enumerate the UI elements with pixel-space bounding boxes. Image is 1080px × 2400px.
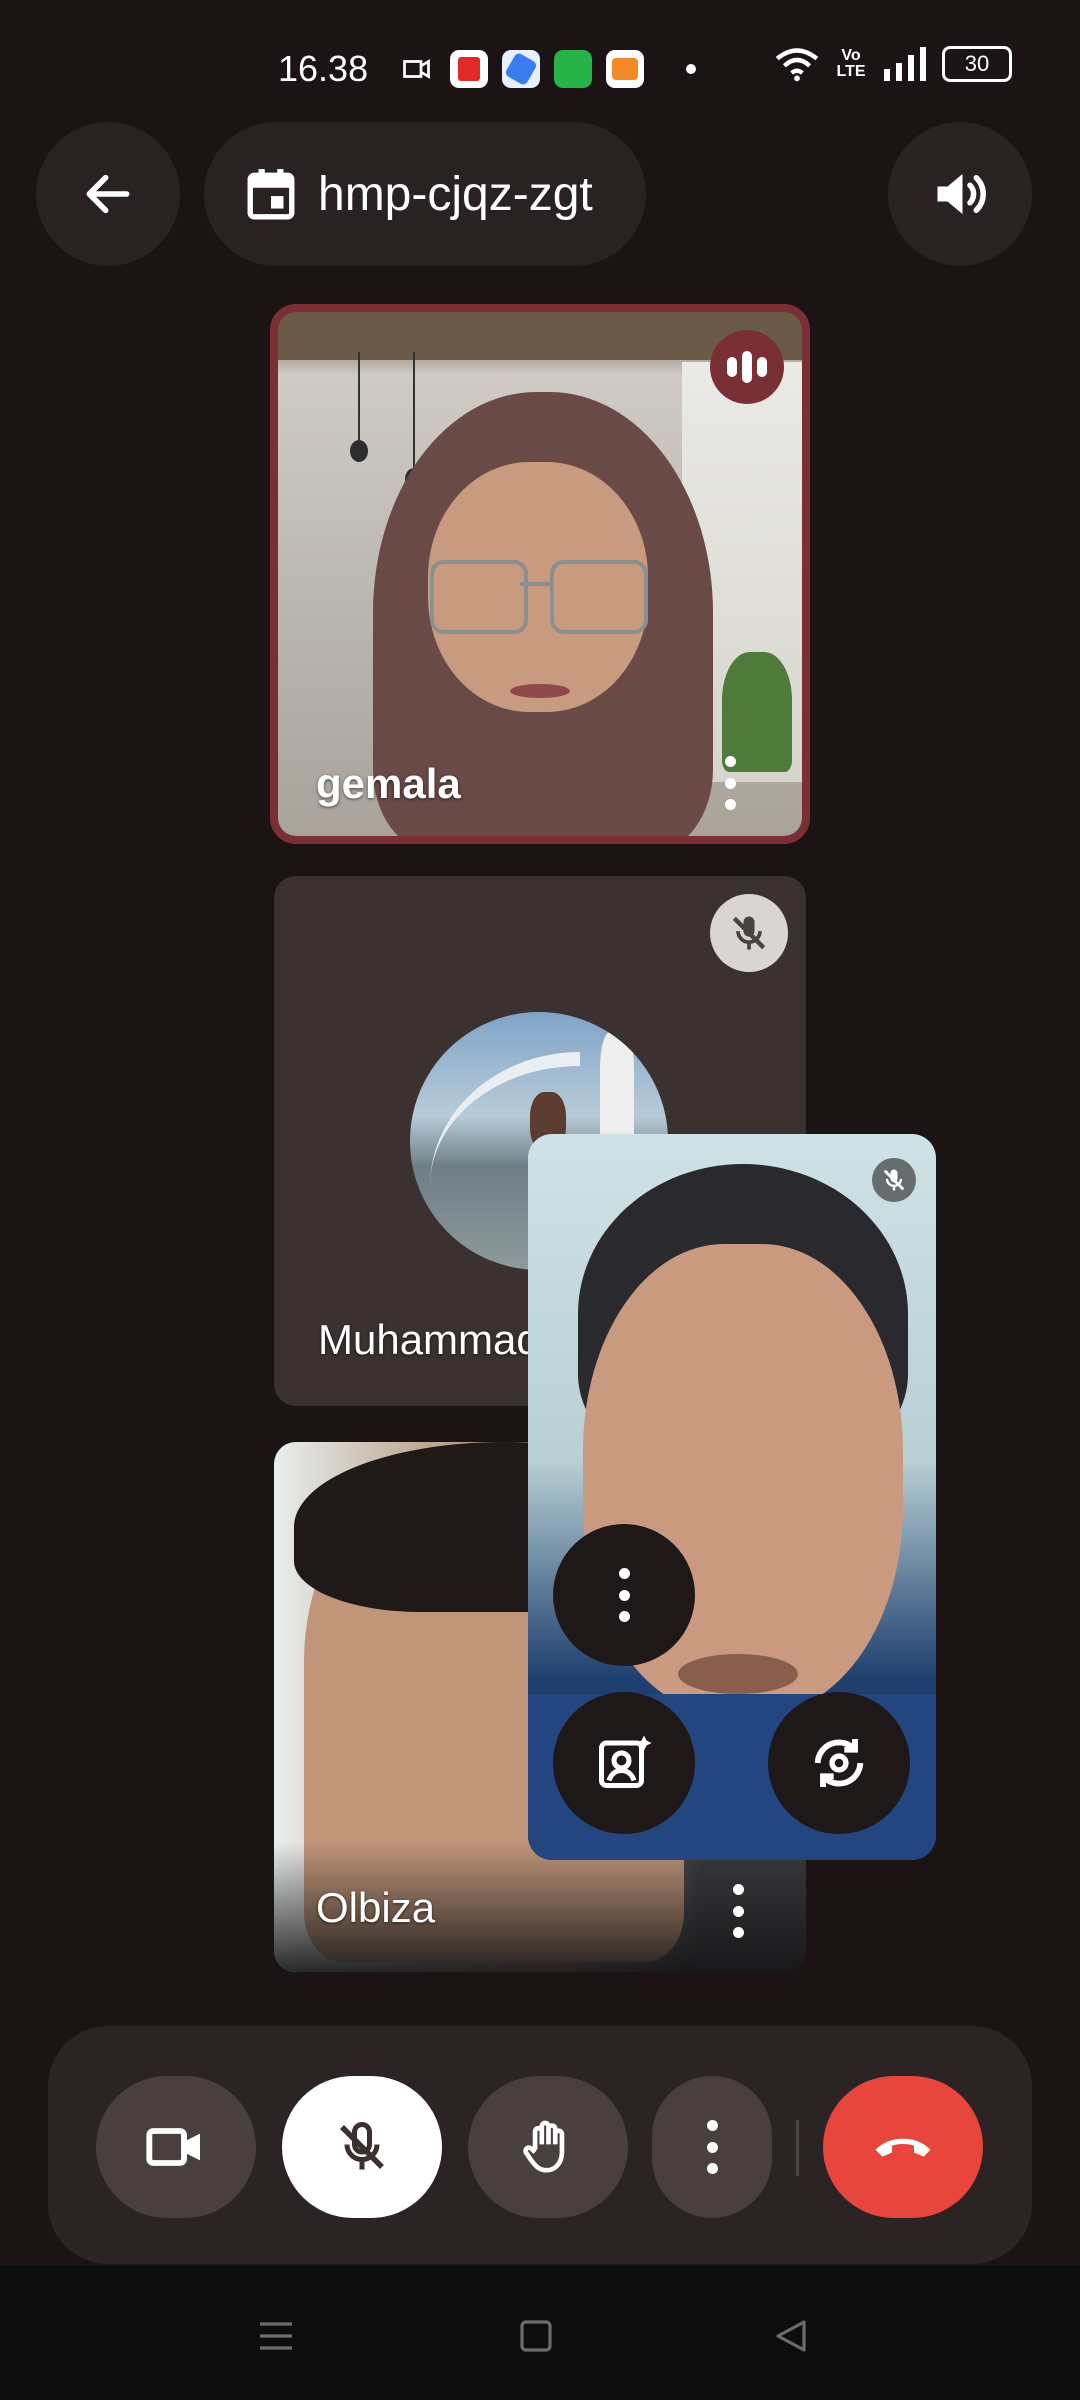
app-icon-green (554, 50, 592, 88)
camera-toggle-button[interactable] (96, 2076, 256, 2218)
more-vertical-icon (702, 2120, 722, 2174)
more-options-button[interactable] (652, 2076, 772, 2218)
back-triangle-icon (776, 2320, 806, 2352)
participant-tile-gemala[interactable]: gemala (270, 304, 810, 844)
controls-divider (796, 2120, 799, 2176)
video-notification-icon (403, 59, 430, 79)
app-icon-orange (606, 50, 644, 88)
app-icon-red (450, 50, 488, 88)
menu-lines-icon (260, 2322, 292, 2350)
participant-name: Olbiza (316, 1884, 436, 1931)
raise-hand-icon (523, 2120, 565, 2173)
camera-flip-icon (814, 1739, 864, 1787)
participant-name: Muhammad (318, 1316, 540, 1363)
portrait-sparkle-icon (599, 1735, 652, 1788)
raise-hand-button[interactable] (468, 2076, 628, 2218)
arrow-left-icon (86, 174, 130, 214)
audio-output-button[interactable] (888, 122, 1032, 266)
home-square-icon (520, 2320, 552, 2352)
status-notification-icons (400, 50, 696, 88)
switch-camera-button[interactable] (768, 1692, 910, 1834)
more-notifications-dot (686, 64, 696, 74)
mic-off-icon (340, 2122, 384, 2170)
back-button[interactable] (36, 122, 180, 266)
calendar-icon (247, 169, 295, 220)
recent-apps-button[interactable] (256, 2316, 296, 2361)
nav-back-button[interactable] (772, 2316, 812, 2361)
participant-options-button[interactable] (728, 1884, 748, 1938)
video-camera-icon (146, 2128, 200, 2166)
app-icon-blue (502, 50, 540, 88)
mic-toggle-button[interactable] (282, 2076, 442, 2218)
wifi-icon (775, 48, 819, 82)
volte-indicator: Vo LTE (836, 47, 866, 80)
participant-options-button[interactable] (720, 756, 740, 810)
meeting-info-button[interactable]: hmp-cjqz-zgt (204, 122, 646, 266)
end-call-button[interactable] (823, 2076, 983, 2218)
participant-name: gemala (316, 760, 461, 807)
speaker-volume-icon (937, 174, 986, 214)
meeting-code: hmp-cjqz-zgt (318, 167, 593, 221)
more-vertical-icon (614, 1568, 634, 1622)
effects-button[interactable] (553, 1692, 695, 1834)
mic-off-icon (710, 894, 788, 972)
home-button[interactable] (516, 2316, 556, 2361)
self-mic-off-icon (872, 1158, 916, 1202)
status-time: 16.38 (278, 48, 369, 89)
system-status-icons: Vo LTE 30 (774, 46, 1012, 82)
signal-icon (884, 47, 926, 81)
self-view-options-button[interactable] (553, 1524, 695, 1666)
speaking-indicator-icon (710, 330, 784, 404)
end-call-icon (875, 2138, 931, 2157)
battery-indicator: 30 (942, 46, 1012, 82)
